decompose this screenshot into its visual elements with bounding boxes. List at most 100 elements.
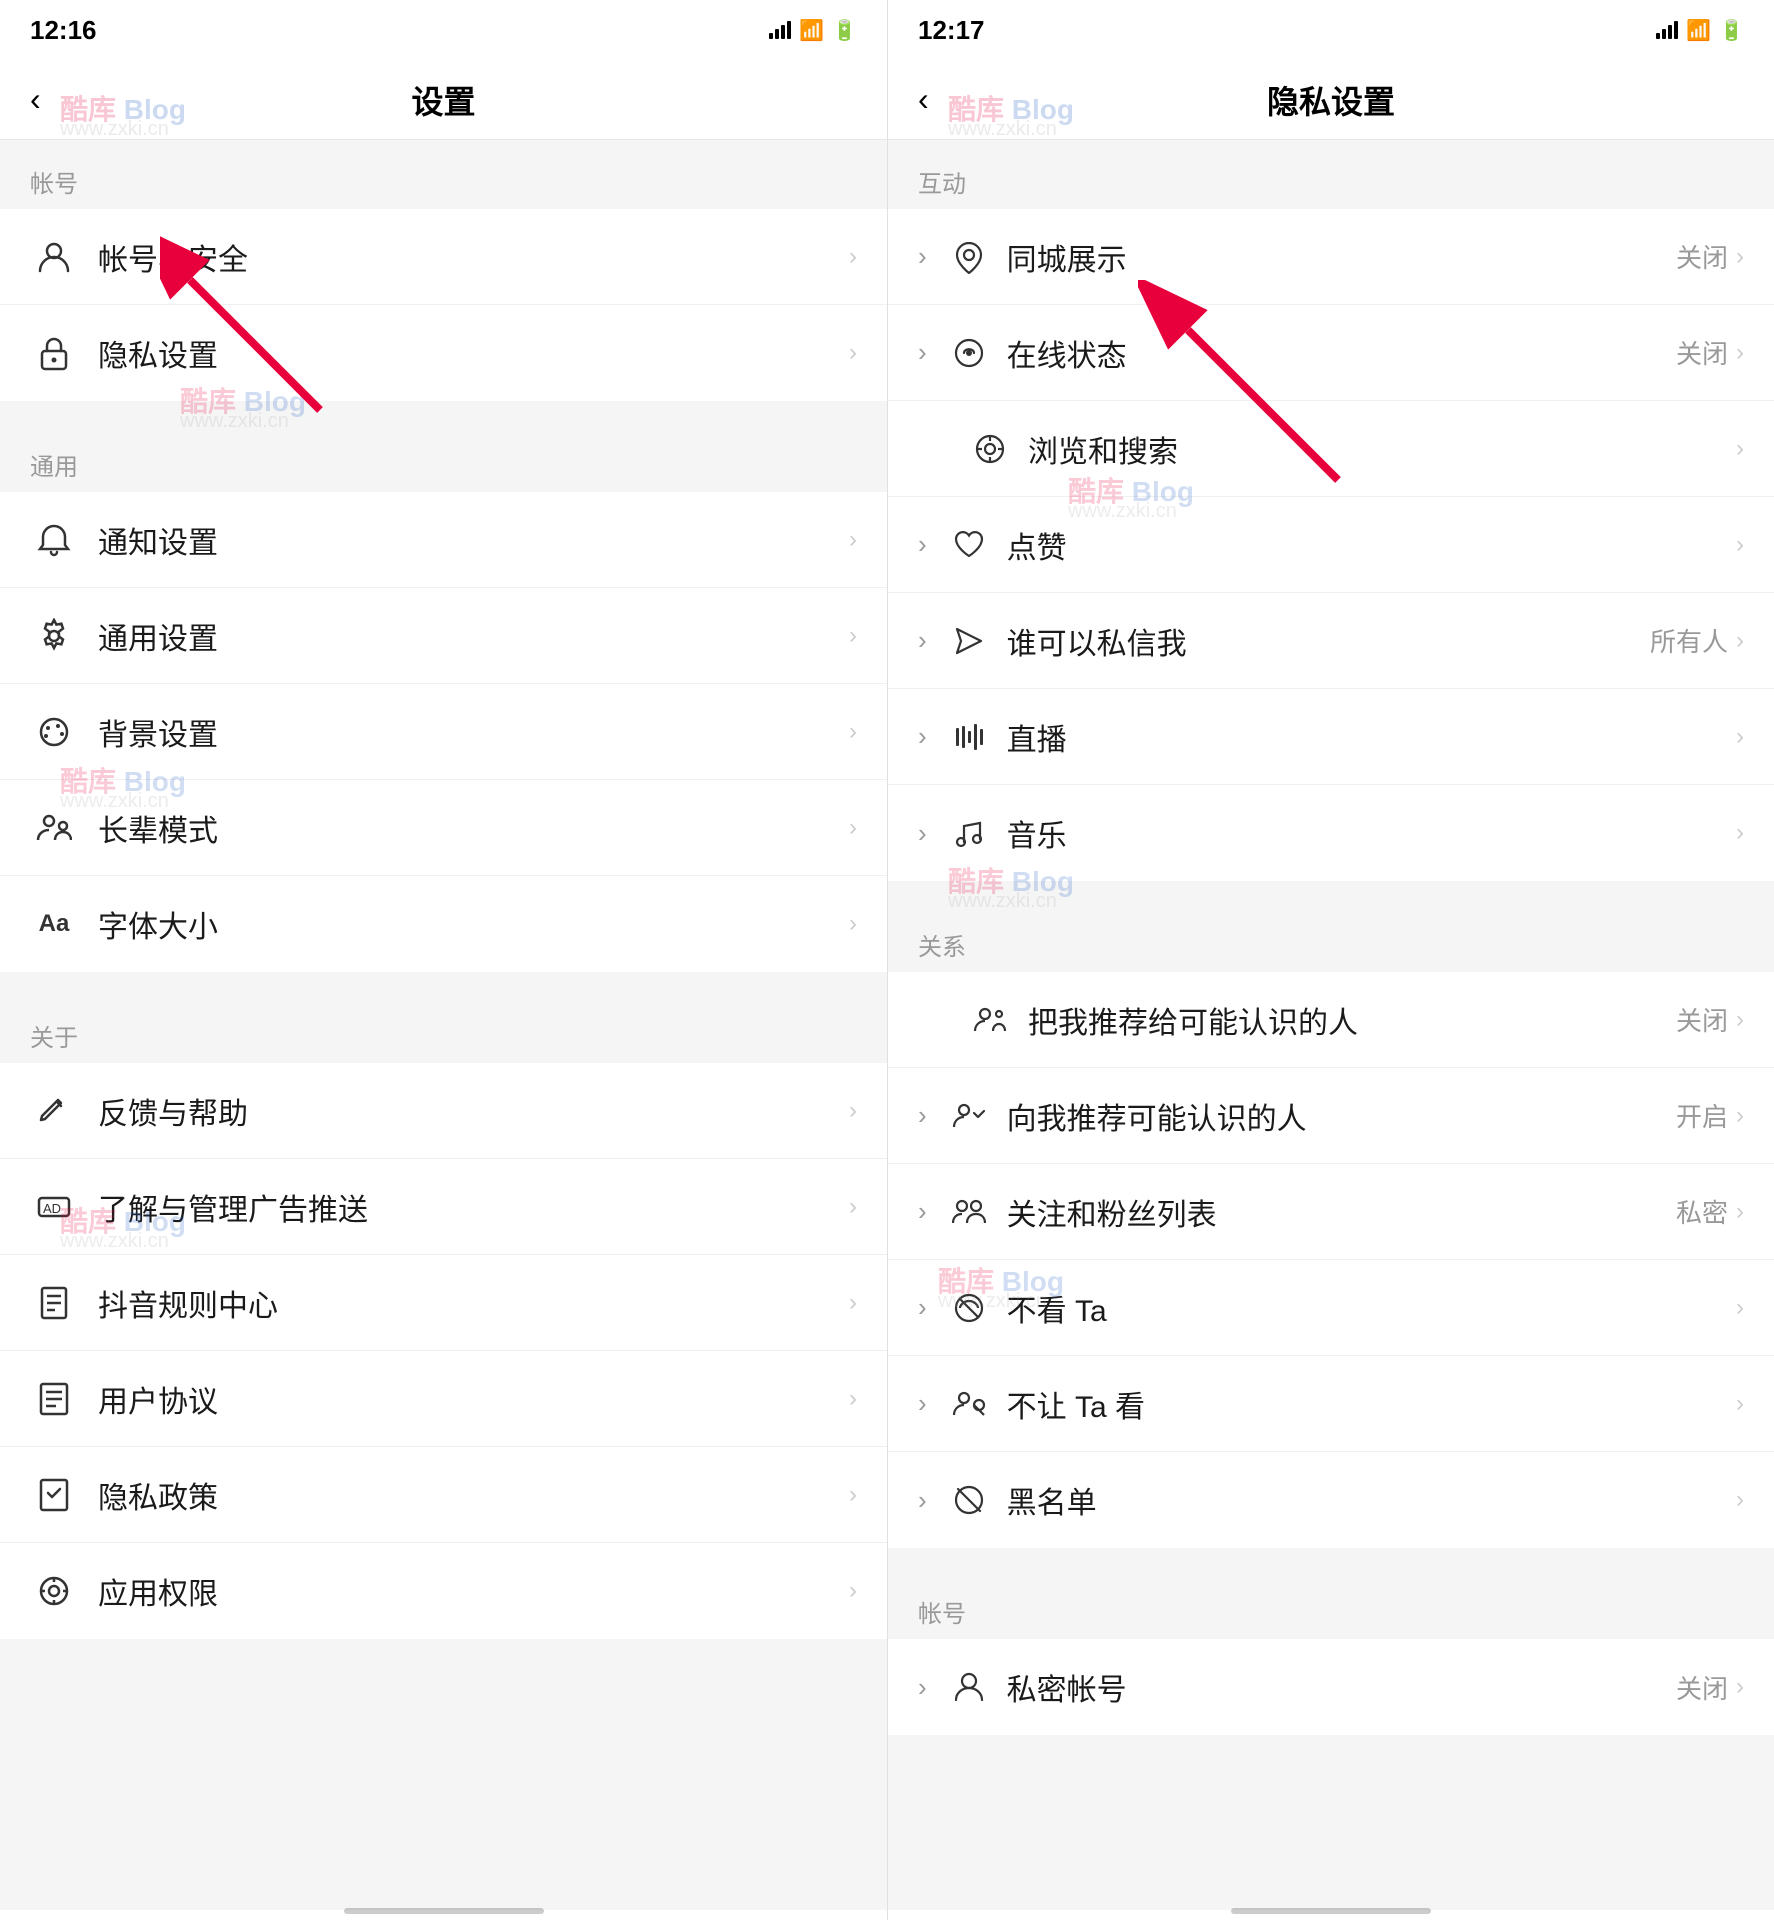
arrow-icon: › <box>849 1097 857 1125</box>
privacy-item-local-show[interactable]: › 同城展示 关闭 › <box>888 209 1774 305</box>
left-back-button[interactable]: ‹ <box>30 81 41 118</box>
private-account-icon <box>947 1665 991 1709</box>
privacy-value-online-status: 关闭 <box>1676 334 1728 371</box>
privacy-item-private-account[interactable]: › 私密帐号 关闭 › <box>888 1639 1774 1735</box>
privacy-item-blacklist[interactable]: › 黑名单 › <box>888 1452 1774 1548</box>
item-label-privacy-policy: 隐私政策 <box>98 1473 849 1517</box>
privacy-item-live[interactable]: › 直播 › <box>888 689 1774 785</box>
arrow-icon: › <box>849 1289 857 1317</box>
arrow-icon: › <box>1736 1390 1744 1418</box>
item-label-ads: 了解与管理广告推送 <box>98 1185 849 1229</box>
privacy-label-message: 谁可以私信我 <box>1007 619 1650 663</box>
privacy-label-block-view: 不看 Ta <box>1007 1286 1736 1330</box>
right-content: 互动 › 同城展示 关闭 › › <box>888 140 1774 1910</box>
battery-icon: 🔋 <box>832 18 857 43</box>
about-group: 反馈与帮助 › AD 了解与管理广告推送 › <box>0 1063 887 1639</box>
settings-item-privacy-policy[interactable]: 隐私政策 › <box>0 1447 887 1543</box>
left-nav-bar: ‹ 设置 <box>0 60 887 140</box>
blacklist-icon <box>947 1478 991 1522</box>
settings-item-guardian[interactable]: 长辈模式 › <box>0 780 887 876</box>
privacy-item-follow-fan[interactable]: › 关注和粉丝列表 私密 › <box>888 1164 1774 1260</box>
chevron-icon: › <box>918 625 927 656</box>
font-icon: Aa <box>30 900 78 948</box>
item-label-general-settings: 通用设置 <box>98 614 849 658</box>
settings-item-app-perm[interactable]: 应用权限 › <box>0 1543 887 1639</box>
settings-item-account-security[interactable]: 帐号与安全 › <box>0 209 887 305</box>
block-see-icon <box>947 1382 991 1426</box>
privacy-item-music[interactable]: › 音乐 › <box>888 785 1774 881</box>
arrow-icon: › <box>849 622 857 650</box>
chevron-icon: › <box>918 818 927 849</box>
item-label-notification: 通知设置 <box>98 518 849 562</box>
battery-icon-right: 🔋 <box>1719 18 1744 43</box>
privacy-label-private-account: 私密帐号 <box>1007 1665 1676 1709</box>
arrow-icon: › <box>1736 1198 1744 1226</box>
heart-icon <box>947 523 991 567</box>
item-label-guardian: 长辈模式 <box>98 806 849 850</box>
left-page-title: 设置 <box>411 77 475 123</box>
settings-item-rules[interactable]: 抖音规则中心 › <box>0 1255 887 1351</box>
left-status-time: 12:16 <box>30 15 97 46</box>
arrow-icon: › <box>1736 1294 1744 1322</box>
ad-icon: AD <box>30 1183 78 1231</box>
privacy-value-message: 所有人 <box>1650 622 1728 659</box>
right-nav-bar: ‹ 隐私设置 <box>888 60 1774 140</box>
person-icon <box>30 233 78 281</box>
section-header-general: 通用 <box>0 423 887 492</box>
chevron-icon: › <box>918 1292 927 1323</box>
arrow-icon: › <box>1736 819 1744 847</box>
right-back-button[interactable]: ‹ <box>918 81 929 118</box>
settings-item-general-settings[interactable]: 通用设置 › <box>0 588 887 684</box>
privacy-item-recommend-out[interactable]: 把我推荐给可能认识的人 关闭 › <box>888 972 1774 1068</box>
arrow-icon: › <box>849 718 857 746</box>
left-status-bar: 12:16 📶 🔋 <box>0 0 887 60</box>
settings-item-font-size[interactable]: Aa 字体大小 › <box>0 876 887 972</box>
privacy-item-browse[interactable]: 浏览和搜索 › <box>888 401 1774 497</box>
chevron-icon: › <box>918 1196 927 1227</box>
right-home-indicator <box>888 1910 1774 1920</box>
settings-item-privacy[interactable]: 隐私设置 › <box>0 305 887 401</box>
privacy-value-recommend-in: 开启 <box>1676 1097 1728 1134</box>
arrow-icon: › <box>1736 1673 1744 1701</box>
app-perm-icon <box>30 1567 78 1615</box>
pencil-icon <box>30 1087 78 1135</box>
privacy-item-block-view[interactable]: › 不看 Ta › <box>888 1260 1774 1356</box>
item-label-background: 背景设置 <box>98 710 849 754</box>
right-panel: 12:17 📶 🔋 ‹ 隐私设置 互动 › <box>887 0 1774 1920</box>
wifi-icon-right: 📶 <box>1686 18 1711 43</box>
arrow-icon: › <box>849 243 857 271</box>
chevron-icon: › <box>918 721 927 752</box>
privacy-value-recommend-out: 关闭 <box>1676 1001 1728 1038</box>
wifi-icon: 📶 <box>799 18 824 43</box>
settings-item-background[interactable]: 背景设置 › <box>0 684 887 780</box>
follow-fan-icon <box>947 1190 991 1234</box>
privacy-policy-icon <box>30 1471 78 1519</box>
settings-item-ads[interactable]: AD 了解与管理广告推送 › <box>0 1159 887 1255</box>
guardian-icon <box>30 804 78 852</box>
arrow-icon: › <box>1736 243 1744 271</box>
relation-group: 把我推荐给可能认识的人 关闭 › › 向我推荐可能认识的人 开启 › <box>888 972 1774 1548</box>
privacy-item-online-status[interactable]: › 在线状态 关闭 › <box>888 305 1774 401</box>
signal-icon-right <box>1656 21 1678 39</box>
arrow-icon: › <box>1736 531 1744 559</box>
svg-text:AD: AD <box>43 1201 61 1216</box>
privacy-label-local-show: 同城展示 <box>1007 235 1676 279</box>
privacy-item-like[interactable]: › 点赞 › <box>888 497 1774 593</box>
general-group: 通知设置 › 通用设置 › <box>0 492 887 972</box>
signal-icon <box>769 21 791 39</box>
right-page-title: 隐私设置 <box>1267 77 1395 123</box>
privacy-item-recommend-in[interactable]: › 向我推荐可能认识的人 开启 › <box>888 1068 1774 1164</box>
settings-item-user-agreement[interactable]: 用户协议 › <box>0 1351 887 1447</box>
chevron-icon: › <box>918 529 927 560</box>
recommend-in-icon <box>947 1094 991 1138</box>
arrow-icon: › <box>1736 723 1744 751</box>
item-label-user-agreement: 用户协议 <box>98 1377 849 1421</box>
arrow-icon: › <box>849 1577 857 1605</box>
message-icon <box>947 619 991 663</box>
chevron-icon: › <box>918 241 927 272</box>
privacy-item-block-see[interactable]: › 不让 Ta 看 › <box>888 1356 1774 1452</box>
privacy-item-message[interactable]: › 谁可以私信我 所有人 › <box>888 593 1774 689</box>
music-icon <box>947 811 991 855</box>
settings-item-notification[interactable]: 通知设置 › <box>0 492 887 588</box>
settings-item-feedback[interactable]: 反馈与帮助 › <box>0 1063 887 1159</box>
